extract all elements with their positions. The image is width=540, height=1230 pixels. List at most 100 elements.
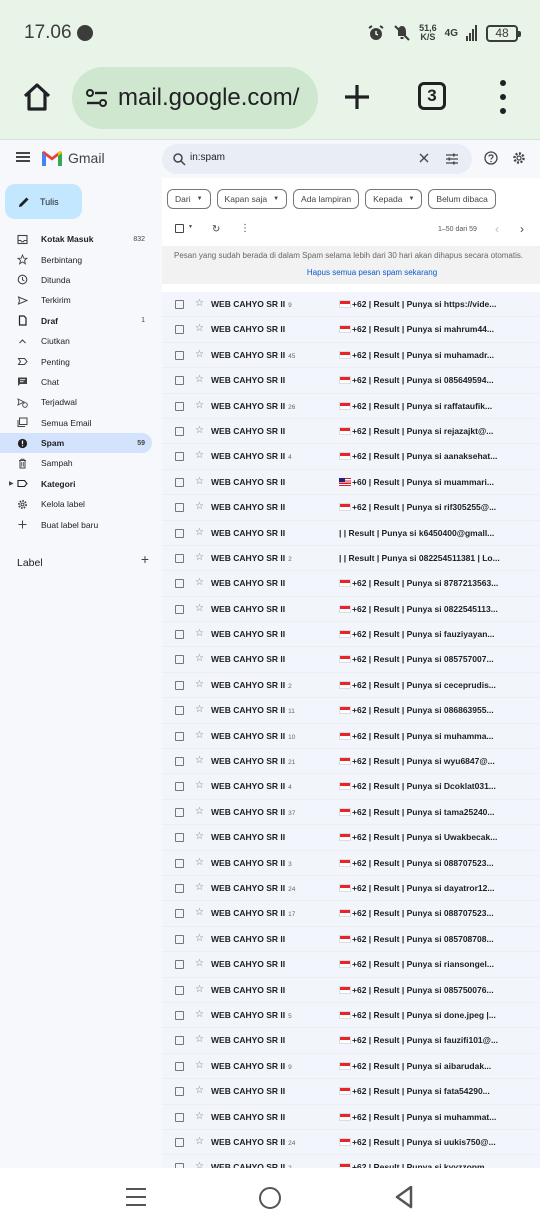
star-icon[interactable]: ☆ [195,552,204,563]
star-icon[interactable]: ☆ [195,577,204,588]
star-icon[interactable]: ☆ [195,298,204,309]
email-checkbox[interactable] [175,1087,184,1097]
email-checkbox[interactable] [175,731,184,741]
email-row[interactable]: ☆ WEB CAHYO SR II 24 +62 | Result | Punya s… [162,1129,540,1156]
sidebar-item-chat[interactable]: Chat [0,372,162,392]
refresh-icon[interactable]: ↻ [212,224,220,235]
email-row[interactable]: ☆ WEB CAHYO SR II +62 | Result | Punya si … [162,571,540,597]
email-checkbox[interactable] [175,858,184,868]
email-checkbox[interactable] [175,630,184,640]
star-icon[interactable]: ☆ [195,1009,204,1020]
email-row[interactable]: ☆ WEB CAHYO SR II 10 +62 | Result | Punya s… [162,723,540,750]
select-all-checkbox[interactable] [175,224,184,233]
star-icon[interactable]: ☆ [195,450,204,461]
email-checkbox[interactable] [175,553,184,563]
email-checkbox[interactable] [175,655,184,665]
star-icon[interactable]: ☆ [195,476,204,487]
email-row[interactable]: ☆ WEB CAHYO SR II +62 | Result | Punya si … [162,1104,540,1130]
email-row[interactable]: ☆ WEB CAHYO SR II 2 | | Result | Punya si 0… [162,545,540,572]
email-row[interactable]: ☆ WEB CAHYO SR II +62 | Result | Punya si … [162,977,540,1003]
email-checkbox[interactable] [175,401,184,411]
star-icon[interactable]: ☆ [195,882,204,893]
email-checkbox[interactable] [175,883,184,893]
email-row[interactable]: ☆ WEB CAHYO SR II 26 +62 | Result | Punya s… [162,393,540,419]
email-checkbox[interactable] [175,426,184,436]
email-checkbox[interactable] [175,1112,184,1122]
star-icon[interactable]: ☆ [195,730,204,741]
home-icon[interactable] [20,80,54,114]
clear-search-icon[interactable] [418,152,430,164]
star-icon[interactable]: ☆ [195,831,204,842]
select-dropdown-icon[interactable]: ▼ [188,224,193,230]
email-row[interactable]: ☆ WEB CAHYO SR II +62 | Result | Punya si … [162,1079,540,1105]
star-icon[interactable]: ☆ [195,679,204,690]
email-checkbox[interactable] [175,1036,184,1046]
email-row[interactable]: ☆ WEB CAHYO SR II +60 | Result | Punya si … [162,469,540,496]
prev-page-icon[interactable]: ‹ [495,222,499,236]
star-icon[interactable]: ☆ [195,374,204,385]
sidebar-item-spam[interactable]: Spam 59 [0,432,152,454]
email-row[interactable]: ☆ WEB CAHYO SR II +62 | Result | Punya si … [162,596,540,623]
email-row[interactable]: ☆ WEB CAHYO SR II 4 +62 | Result | Punya si… [162,774,540,800]
star-icon[interactable]: ☆ [195,958,204,969]
back-icon[interactable] [394,1185,414,1209]
email-checkbox[interactable] [175,1137,184,1147]
email-row[interactable]: ☆ WEB CAHYO SR II +62 | Result | Punya si … [162,926,540,953]
star-icon[interactable]: ☆ [195,527,204,538]
star-icon[interactable]: ☆ [195,907,204,918]
email-row[interactable]: ☆ WEB CAHYO SR II +62 | Result | Punya si … [162,418,540,445]
compose-button[interactable]: Tulis [5,184,82,219]
search-icon[interactable] [172,152,186,166]
new-tab-icon[interactable] [340,80,374,114]
email-checkbox[interactable] [175,1010,184,1020]
email-row[interactable]: ☆ WEB CAHYO SR II +62 | Result | Punya si … [162,368,540,394]
star-icon[interactable]: ☆ [195,628,204,639]
email-checkbox[interactable] [175,985,184,995]
email-row[interactable]: ☆ WEB CAHYO SR II +62 | Result | Punya si … [162,1028,540,1054]
star-icon[interactable]: ☆ [195,704,204,715]
sidebar-item-ciutkan[interactable]: Ciutkan [0,331,162,351]
star-icon[interactable]: ☆ [195,1034,204,1045]
filter-chip-kepada[interactable]: Kepada ▼ [365,189,423,209]
filter-chip-belum-dibaca[interactable]: Belum dibaca [428,189,496,209]
next-page-icon[interactable]: › [520,222,524,236]
sidebar-item-draf[interactable]: Draf 1 [0,311,162,331]
email-checkbox[interactable] [175,528,184,538]
sidebar-item-kategori[interactable]: ▶ Kategori [0,474,162,494]
email-row[interactable]: ☆ WEB CAHYO SR II 45 +62 | Result | Punya s… [162,342,540,369]
star-icon[interactable]: ☆ [195,984,204,995]
sidebar-item-ditunda[interactable]: Ditunda [0,270,162,290]
email-row[interactable]: ☆ WEB CAHYO SR II 4 +62 | Result | Punya si… [162,444,540,470]
email-row[interactable]: ☆ WEB CAHYO SR II2 +62 | Result | Punya si… [162,672,540,699]
email-row[interactable]: ☆ WEB CAHYO SR II +62 | Result | Punya si … [162,495,540,521]
email-row[interactable]: ☆ WEB CAHYO SR II 11 +62 | Result | Punya s… [162,698,540,724]
email-checkbox[interactable] [175,300,184,309]
star-icon[interactable]: ☆ [195,1161,204,1168]
sidebar-item-kotak-masuk[interactable]: Kotak Masuk 832 [0,229,162,249]
email-checkbox[interactable] [175,960,184,970]
star-icon[interactable]: ☆ [195,653,204,664]
star-icon[interactable]: ☆ [195,1085,204,1096]
star-icon[interactable]: ☆ [195,857,204,868]
star-icon[interactable]: ☆ [195,780,204,791]
email-checkbox[interactable] [175,680,184,690]
email-checkbox[interactable] [175,807,184,817]
email-row[interactable]: ☆ WEB CAHYO SR II 5 +62 | Result | Punya si… [162,1002,540,1029]
star-icon[interactable]: ☆ [195,1111,204,1122]
email-checkbox[interactable] [175,452,184,462]
site-settings-icon[interactable] [84,85,110,111]
sidebar-item-terjadwal[interactable]: Terjadwal [0,392,162,412]
email-checkbox[interactable] [175,782,184,792]
email-checkbox[interactable] [175,376,184,386]
sidebar-item-buat-label-baru[interactable]: Buat label baru [0,514,162,534]
email-row[interactable]: ☆ WEB CAHYO SR II 24 +62 | Result | Punya s… [162,875,540,902]
star-icon[interactable]: ☆ [195,1136,204,1147]
tab-switcher-button[interactable]: 3 [418,82,446,110]
email-checkbox[interactable] [175,325,184,335]
star-icon[interactable]: ☆ [195,400,204,411]
email-row[interactable]: ☆ WEB CAHYO SR II 17 +62 | Result | Punya s… [162,901,540,927]
email-checkbox[interactable] [175,934,184,944]
more-menu-icon[interactable] [496,80,510,114]
star-icon[interactable]: ☆ [195,501,204,512]
sidebar-item-penting[interactable]: Penting [0,351,162,371]
